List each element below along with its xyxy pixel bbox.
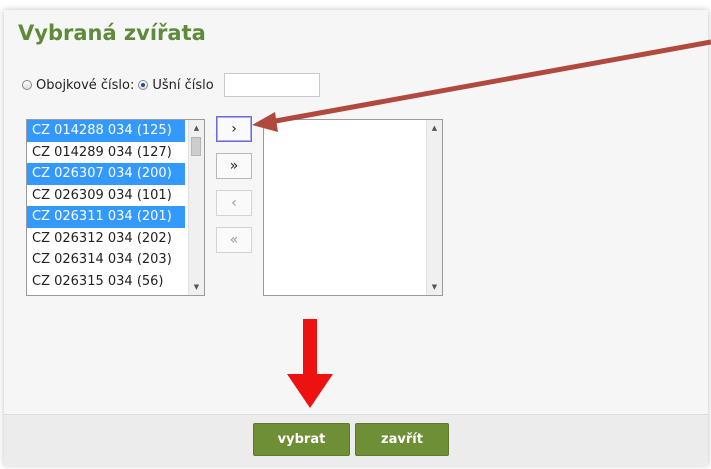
scroll-up-icon[interactable]: ▲	[189, 121, 204, 135]
list-item[interactable]: CZ 026315 034 (56)	[27, 271, 185, 293]
selected-animals-dialog: Vybraná zvířata Obojkové číslo: Ušní čís…	[4, 10, 708, 466]
scroll-thumb[interactable]	[191, 137, 201, 156]
list-item[interactable]: CZ 014289 034 (127)	[27, 142, 185, 164]
collar-number-label[interactable]: Obojkové číslo:	[36, 78, 134, 93]
list-item[interactable]: CZ 026311 034 (201)	[27, 206, 185, 228]
number-type-filter: Obojkové číslo: Ušní číslo	[22, 70, 320, 100]
scroll-down-icon[interactable]: ▼	[427, 280, 442, 294]
available-list-scrollbar[interactable]: ▲ ▼	[188, 120, 204, 295]
ear-number-input[interactable]	[223, 73, 320, 97]
select-button[interactable]: vybrat	[253, 423, 350, 456]
collar-number-radio[interactable]	[22, 80, 32, 90]
list-item[interactable]: CZ 026312 034 (202)	[27, 228, 185, 250]
list-item[interactable]: CZ 026309 034 (101)	[27, 185, 185, 207]
selected-animals-list[interactable]: ▲ ▼	[263, 119, 443, 296]
ear-number-label[interactable]: Ušní číslo	[152, 78, 213, 93]
list-item[interactable]: CZ 026314 034 (203)	[27, 249, 185, 271]
remove-all-button[interactable]: «	[216, 227, 252, 253]
available-animals-list[interactable]: CZ 014288 034 (125) CZ 014289 034 (127) …	[26, 119, 205, 296]
list-item[interactable]: CZ 026307 034 (200)	[27, 163, 185, 185]
list-item[interactable]: CZ 014288 034 (125)	[27, 120, 185, 142]
selected-list-scrollbar[interactable]: ▲ ▼	[426, 120, 442, 295]
move-selected-button[interactable]: ›	[216, 116, 252, 142]
move-all-button[interactable]: »	[216, 153, 252, 179]
ear-number-radio[interactable]	[138, 80, 149, 90]
dialog-title: Vybraná zvířata	[18, 21, 206, 45]
scroll-down-icon[interactable]: ▼	[189, 280, 204, 294]
remove-selected-button[interactable]: ‹	[216, 190, 252, 216]
scroll-up-icon[interactable]: ▲	[427, 121, 442, 135]
close-button[interactable]: zavřít	[355, 423, 449, 456]
